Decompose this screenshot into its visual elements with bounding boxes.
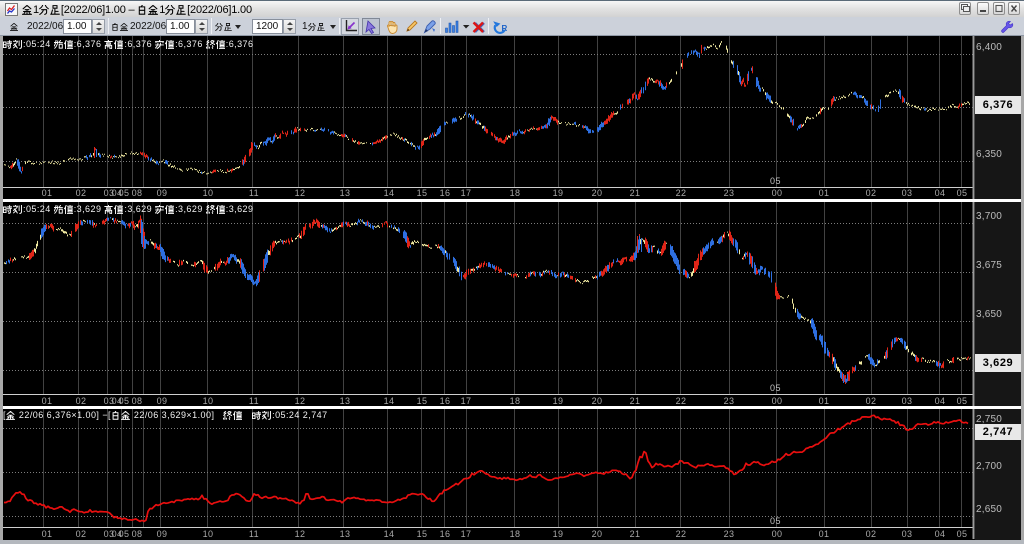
svg-text:R: R (501, 24, 507, 33)
